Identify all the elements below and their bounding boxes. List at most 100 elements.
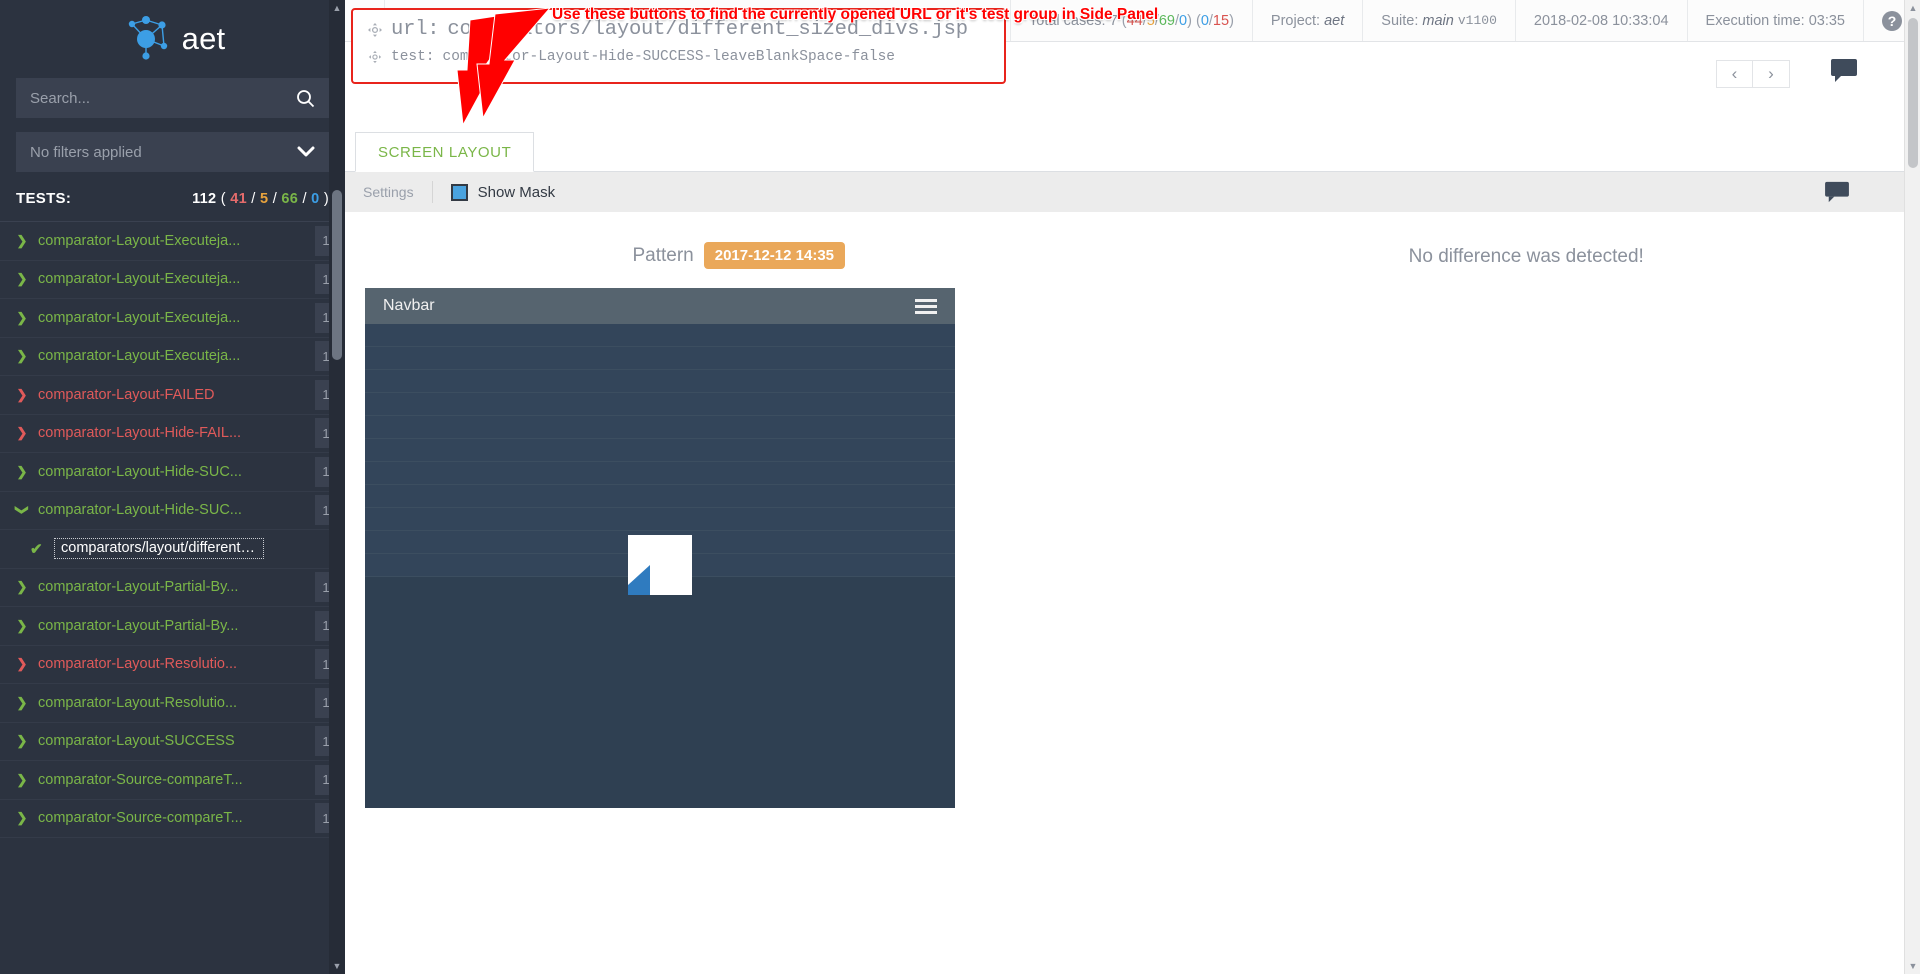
test-key: test: [391, 49, 435, 65]
tc-warning: 5 [1147, 13, 1155, 29]
url-value: comparators/layout/different_sized_divs.… [447, 18, 967, 41]
test-item[interactable]: ❯comparator-Layout-SUCCESS1 [0, 723, 345, 762]
test-item[interactable]: ❯comparator-Layout-Hide-FAIL...1 [0, 415, 345, 454]
test-item[interactable]: ❯comparator-Layout-Resolutio...1 [0, 684, 345, 723]
page-scroll-thumb[interactable] [1908, 18, 1918, 168]
comment-bubble-icon [1830, 58, 1858, 82]
sidebar-scroll-up-icon[interactable]: ▲ [329, 0, 345, 16]
chevron-right-icon[interactable]: ❯ [14, 618, 30, 634]
test-item[interactable]: ❯comparator-Layout-Executeja...1 [0, 222, 345, 261]
tests-summary: TESTS: 112 ( 41 / 5 / 66 / 0 ) [0, 172, 345, 221]
test-item-label: comparator-Source-compareT... [30, 810, 315, 826]
total-cases-value: 7 [1110, 13, 1118, 29]
test-item-label: comparator-Layout-FAILED [30, 387, 315, 403]
chevron-right-icon[interactable]: ❯ [14, 348, 30, 364]
sidebar-scroll-down-icon[interactable]: ▼ [329, 958, 345, 974]
aet-report-app: aet No filters applied TESTS: 112 ( [0, 0, 1920, 974]
url-row: url: comparators/layout/different_sized_… [367, 18, 1004, 41]
suite-version: v1100 [1458, 13, 1497, 28]
page-scrollbar[interactable]: ▲ ▼ [1904, 0, 1920, 974]
mask-color-swatch[interactable] [451, 184, 468, 201]
total-cases-label: Total cases: [1029, 13, 1106, 29]
chevron-right-icon[interactable]: ❯ [14, 810, 30, 826]
test-item[interactable]: ❯comparator-Layout-Hide-SUC...1 [0, 492, 345, 531]
tc-close: ) [1187, 13, 1192, 29]
settings-label: Settings [355, 184, 432, 200]
test-item[interactable]: ❯comparator-Layout-FAILED1 [0, 376, 345, 415]
tests-counts: 112 ( 41 / 5 / 66 / 0 ) [192, 191, 329, 207]
search-icon [296, 89, 315, 108]
search-box[interactable] [16, 78, 329, 118]
test-item[interactable]: ❯comparator-Layout-Resolutio...1 [0, 646, 345, 685]
filter-dropdown[interactable]: No filters applied [16, 132, 329, 172]
test-item-label: comparator-Layout-Resolutio... [30, 656, 315, 672]
chevron-right-icon[interactable]: ❯ [14, 695, 30, 711]
comments-button[interactable] [1830, 58, 1858, 87]
show-mask-toggle[interactable]: Show Mask [433, 184, 556, 201]
pattern-label: Pattern [632, 245, 693, 267]
chevron-down-icon [297, 146, 315, 158]
tab-strip[interactable]: SCREEN LAYOUT [345, 130, 1920, 172]
project-value: aet [1324, 13, 1344, 29]
count-failed: 41 [230, 191, 247, 207]
test-item[interactable]: ❯comparator-Layout-Partial-By...1 [0, 607, 345, 646]
test-item[interactable]: ❯comparator-Source-compareT...1 [0, 800, 345, 839]
chevron-right-icon[interactable]: ❯ [14, 464, 30, 480]
suite-label: Suite: [1381, 13, 1418, 29]
tc2-b: 15 [1213, 13, 1229, 29]
test-item-label: comparator-Layout-Partial-By... [30, 579, 315, 595]
result-navigation[interactable]: ‹ › [1716, 60, 1790, 88]
test-item[interactable]: ❯comparator-Layout-Executeja...1 [0, 338, 345, 377]
preview-card [628, 535, 692, 595]
search-input[interactable] [30, 90, 296, 107]
pattern-column: Pattern 2017-12-12 14:35 Navbar AET Demo… [345, 212, 1133, 974]
hamburger-menu-icon[interactable] [915, 299, 937, 314]
chevron-right-icon[interactable]: ❯ [14, 772, 30, 788]
crosshair-move-icon[interactable] [367, 22, 383, 38]
pattern-date-badge[interactable]: 2017-12-12 14:35 [704, 242, 845, 269]
url-key: url: [391, 18, 439, 41]
layout-comments-button[interactable] [1824, 181, 1850, 208]
previous-result-button[interactable]: ‹ [1717, 61, 1753, 87]
main-panel: ‹ aet-aet-main-1519362234056 Total cases… [345, 0, 1920, 974]
pattern-screenshot[interactable]: Navbar AET Demo Page for sanity tests bu… [365, 288, 955, 808]
page-scroll-down-icon[interactable]: ▼ [1905, 958, 1920, 974]
test-item-label: comparator-Layout-Partial-By... [30, 618, 315, 634]
page-scroll-up-icon[interactable]: ▲ [1905, 0, 1920, 16]
tab-screen-layout[interactable]: SCREEN LAYOUT [355, 132, 534, 172]
test-item[interactable]: ❯comparator-Layout-Partial-By...1 [0, 569, 345, 608]
tc-failed: 44 [1127, 13, 1143, 29]
crosshair-move-icon-small[interactable] [367, 50, 383, 64]
suite-info: Suite: main v1100 [1363, 0, 1516, 41]
preview-navbar: Navbar [365, 288, 955, 324]
project-label: Project: [1271, 13, 1320, 29]
test-item-label: comparator-Layout-SUCCESS [30, 733, 315, 749]
sidebar-scroll-thumb[interactable] [332, 190, 342, 360]
chevron-right-icon[interactable]: ❯ [14, 656, 30, 672]
chevron-right-icon[interactable]: ❯ [14, 579, 30, 595]
test-item-label: comparator-Layout-Hide-SUC... [30, 464, 315, 480]
test-item[interactable]: ❯comparator-Layout-Executeja...1 [0, 299, 345, 338]
chevron-right-icon[interactable]: ❯ [14, 310, 30, 326]
chevron-right-icon[interactable]: ❯ [14, 271, 30, 287]
test-item-label: comparator-Layout-Executeja... [30, 271, 315, 287]
chevron-right-icon[interactable]: ❯ [14, 425, 30, 441]
test-item[interactable]: ❯comparator-Layout-Hide-SUC...1 [0, 453, 345, 492]
chevron-right-icon[interactable]: ❯ [14, 387, 30, 403]
test-item-label: comparator-Layout-Executeja... [30, 310, 315, 326]
brand-name: aet [182, 21, 226, 57]
chevron-right-icon[interactable]: ❯ [14, 233, 30, 249]
sidebar-scrollbar[interactable]: ▲ ▼ [329, 0, 345, 974]
test-list[interactable]: ❯comparator-Layout-Executeja...1❯compara… [0, 221, 345, 974]
next-result-button[interactable]: › [1753, 61, 1789, 87]
chevron-right-icon[interactable]: ❯ [14, 733, 30, 749]
test-item[interactable]: ❯comparator-Layout-Executeja...1 [0, 261, 345, 300]
mask-overlay-stripes [365, 324, 955, 568]
chevron-down-icon[interactable]: ❯ [14, 502, 30, 518]
test-item-label: comparator-Layout-Hide-SUC... [30, 502, 315, 518]
test-row: test: comparator-Layout-Hide-SUCCESS-lea… [367, 49, 1004, 65]
test-item[interactable]: ❯comparator-Source-compareT...1 [0, 761, 345, 800]
test-case-item[interactable]: ✔comparators/layout/different_... [0, 530, 345, 569]
tests-label: TESTS: [16, 190, 71, 207]
preview-card-shape [628, 565, 650, 595]
